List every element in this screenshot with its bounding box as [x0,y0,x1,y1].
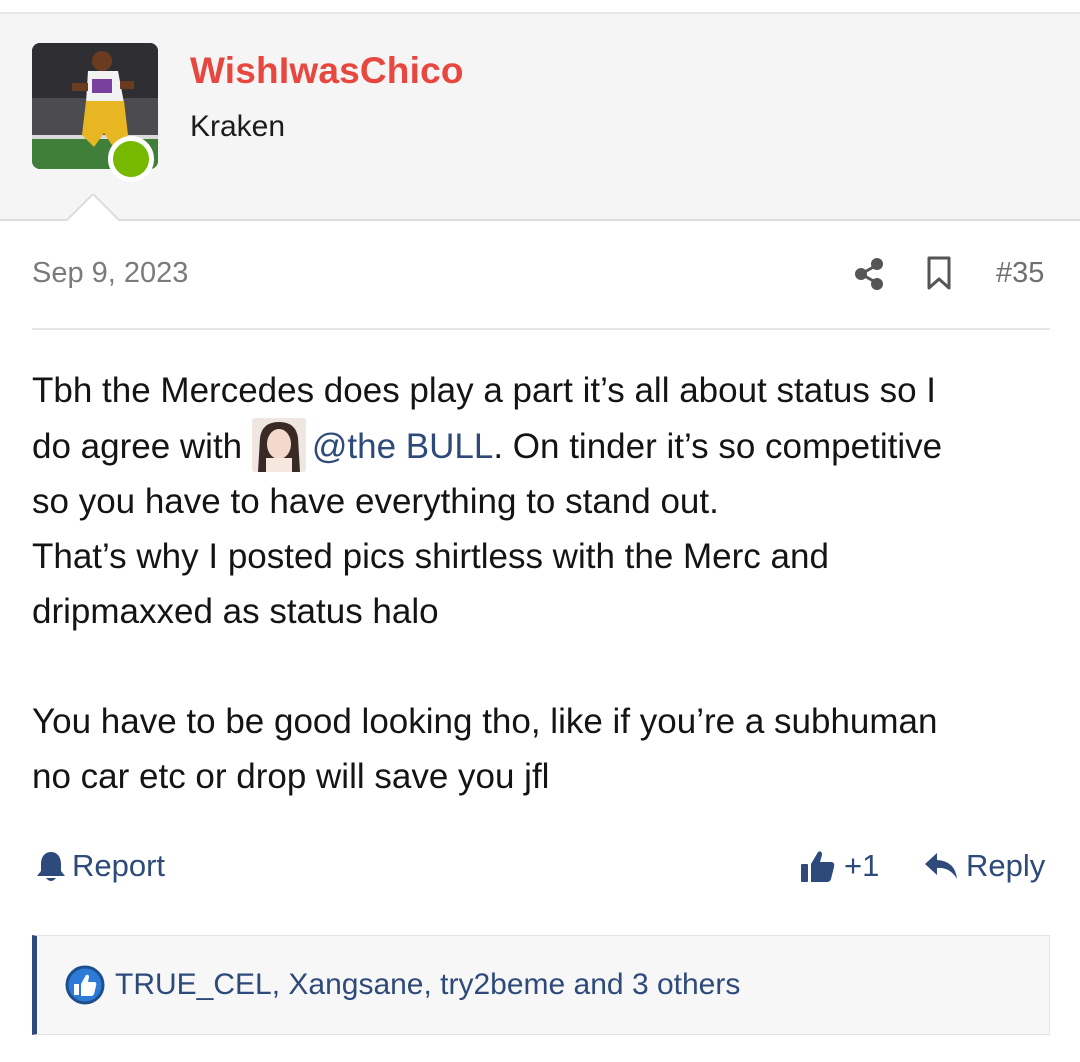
post-divider [32,328,1050,330]
post-text: do agree with [32,427,243,466]
post-line: You have to be good looking tho, like if… [32,702,938,741]
user-title: Kraken [190,110,286,143]
reaction-users-link[interactable]: TRUE_CEL, Xangsane, try2beme and 3 other… [115,968,740,1002]
online-status-indicator [108,136,154,182]
reply-label: Reply [966,848,1046,883]
top-edge [0,0,1080,14]
post-number-link[interactable]: #35 [996,257,1044,290]
user-header [0,14,1080,221]
post-line: That’s why I posted pics shirtless with … [32,537,829,576]
reply-arrow-icon [925,853,957,879]
post-text: . On tinder it’s so competitive [493,427,943,466]
share-icon[interactable] [852,257,886,291]
header-caret [64,194,122,223]
reply-button[interactable]: Reply [924,848,1045,884]
post-line: dripmaxxed as status halo [32,592,439,631]
like-reaction-icon [65,965,105,1005]
like-count: +1 [844,848,880,883]
bookmark-icon[interactable] [926,256,952,290]
username-link[interactable]: WishIwasChico [190,50,464,92]
post-line: Tbh the Mercedes does play a part it’s a… [32,371,937,410]
mention-link[interactable]: @the BULL [312,427,493,466]
report-label: Report [72,848,166,883]
post-line: no car etc or drop will save you jfl [32,757,550,796]
mention-avatar[interactable] [251,418,306,472]
post-line: so you have to have everything to stand … [32,482,719,521]
like-button[interactable]: +1 [800,848,879,884]
reactions-bar[interactable]: TRUE_CEL, Xangsane, try2beme and 3 other… [32,935,1050,1035]
bell-icon [37,852,65,881]
post-body: Tbh the Mercedes does play a part it’s a… [32,363,1052,804]
thumbs-up-icon [801,851,835,882]
report-button[interactable]: Report [36,848,165,884]
user-avatar[interactable] [32,43,158,182]
post-line: do agree with @the BULL. On tinder it’s … [32,418,1052,474]
post-date[interactable]: Sep 9, 2023 [32,257,188,290]
